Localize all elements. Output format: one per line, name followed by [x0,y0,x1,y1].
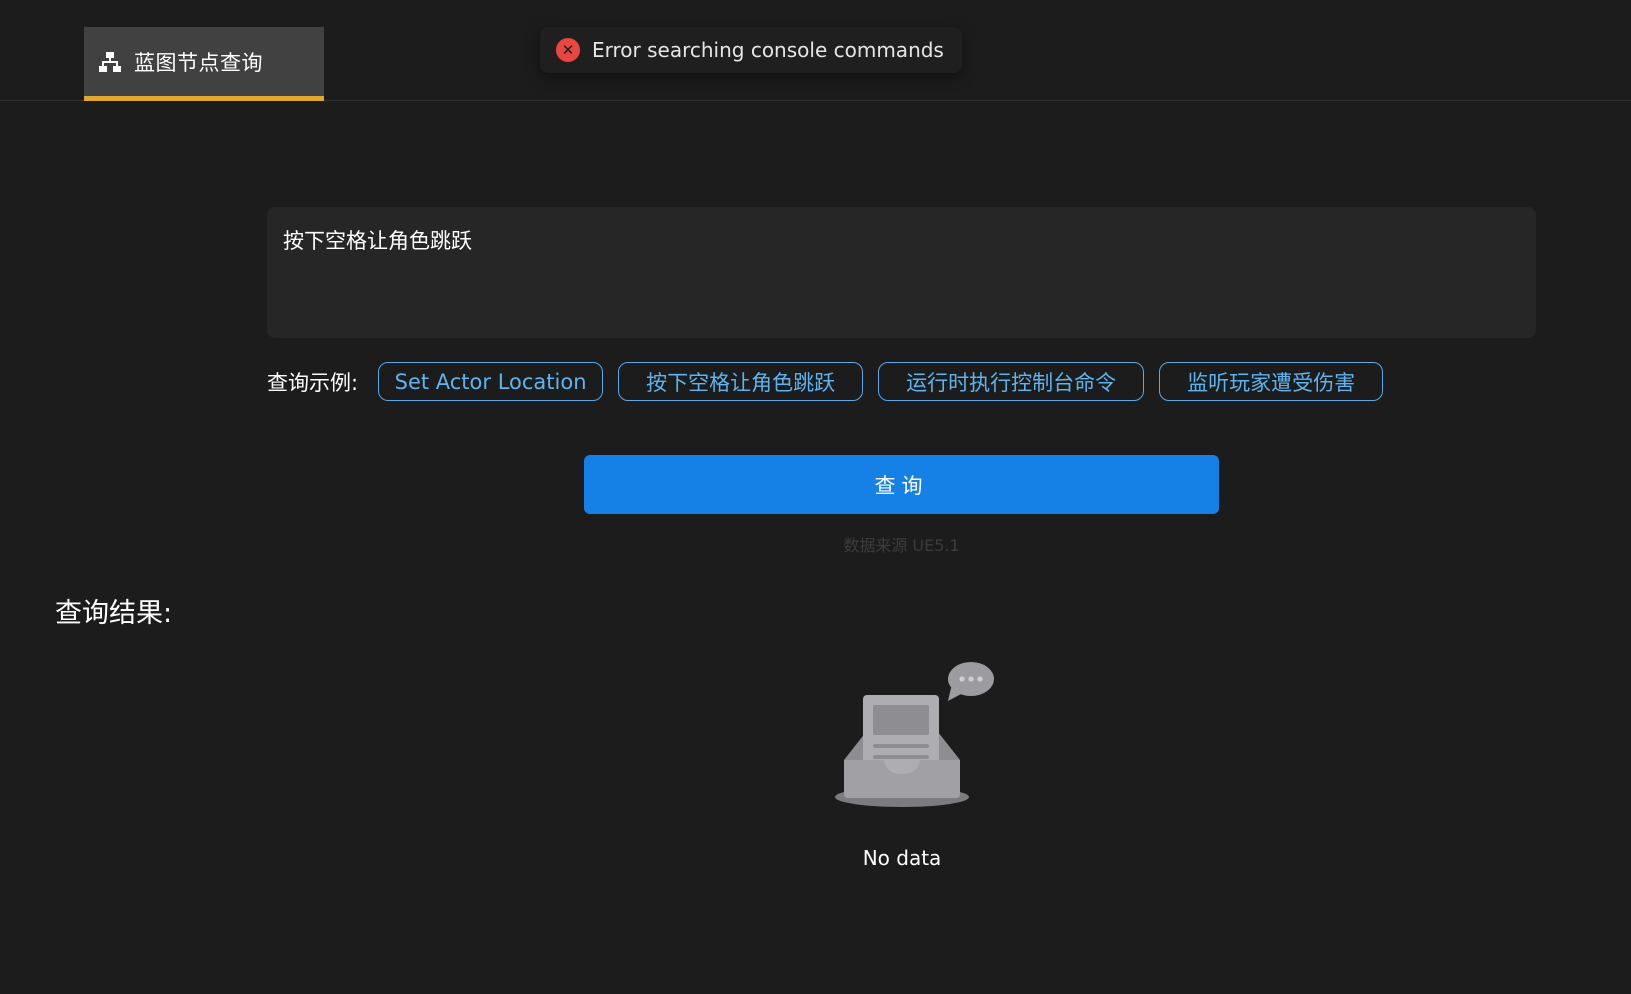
error-circle-icon: ✕ [556,38,580,62]
example-chip-1[interactable]: Set Actor Location [378,362,604,401]
query-input[interactable]: 按下空格让角色跳跃 [267,207,1536,338]
query-button[interactable]: 查询 [584,455,1219,514]
examples-label: 查询示例: [267,370,359,395]
tab-label: 蓝图节点查询 [134,50,263,75]
query-examples: 查询示例: Set Actor Location 按下空格让角色跳跃 运行时执行… [267,361,1398,402]
empty-state-text: No data [862,846,942,870]
tab-blueprint-node-query[interactable]: 蓝图节点查询 [84,27,324,101]
data-source-note: 数据来源 UE5.1 [843,536,960,555]
results-title: 查询结果: [55,598,173,629]
toast-message: Error searching console commands [592,38,944,62]
example-chip-4[interactable]: 监听玩家遭受伤害 [1159,362,1384,401]
example-chip-3[interactable]: 运行时执行控制台命令 [878,362,1145,401]
empty-inbox-icon [835,662,994,807]
hierarchy-icon [98,50,122,74]
example-chip-2[interactable]: 按下空格让角色跳跃 [618,362,864,401]
error-toast: ✕ Error searching console commands [540,27,962,73]
query-input-value: 按下空格让角色跳跃 [283,229,472,253]
